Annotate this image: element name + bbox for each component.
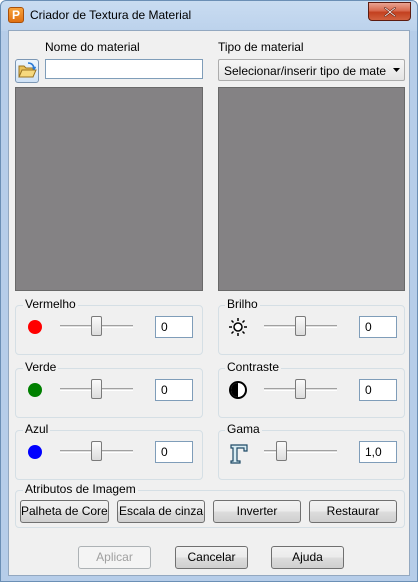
image-attributes-label: Atributos de Imagem bbox=[23, 482, 138, 496]
sun-icon bbox=[228, 317, 248, 337]
material-name-input[interactable] bbox=[45, 59, 203, 79]
red-value-input[interactable]: 0 bbox=[155, 316, 193, 338]
grayscale-button[interactable]: Escala de cinza bbox=[117, 500, 205, 523]
material-name-label: Nome do material bbox=[45, 40, 140, 54]
modified-texture-preview bbox=[218, 87, 405, 291]
brightness-slider-thumb[interactable] bbox=[295, 316, 306, 336]
close-button[interactable] bbox=[368, 2, 411, 21]
green-label: Verde bbox=[23, 360, 59, 374]
contrast-value-input[interactable]: 0 bbox=[359, 379, 397, 401]
material-type-value: Selecionar/inserir tipo de mate bbox=[224, 64, 387, 78]
red-slider-thumb[interactable] bbox=[91, 316, 102, 336]
blue-value-input[interactable]: 0 bbox=[155, 441, 193, 463]
gamma-slider-track[interactable] bbox=[264, 450, 337, 453]
window-title: Criador de Textura de Material bbox=[30, 8, 192, 22]
invert-button[interactable]: Inverter bbox=[213, 500, 301, 523]
close-icon bbox=[384, 7, 396, 17]
original-texture-preview bbox=[15, 87, 203, 291]
contrast-icon bbox=[228, 380, 248, 400]
help-button[interactable]: Ajuda bbox=[271, 546, 344, 569]
red-label: Vermelho bbox=[23, 297, 78, 311]
brightness-label: Brilho bbox=[225, 297, 260, 311]
blue-slider-thumb[interactable] bbox=[91, 441, 102, 461]
material-type-label: Tipo de material bbox=[218, 40, 304, 54]
open-file-button[interactable] bbox=[15, 59, 39, 83]
green-value-input[interactable]: 0 bbox=[155, 379, 193, 401]
gamma-label: Gama bbox=[225, 422, 262, 436]
color-palette-button[interactable]: Palheta de Cores bbox=[20, 500, 109, 523]
blue-color-swatch bbox=[28, 445, 42, 459]
blue-label: Azul bbox=[23, 422, 51, 436]
reset-button[interactable]: Restaurar bbox=[309, 500, 397, 523]
material-texture-dialog: P Criador de Textura de Material Nome do… bbox=[0, 0, 418, 582]
contrast-slider-thumb[interactable] bbox=[295, 379, 306, 399]
red-color-swatch bbox=[28, 320, 42, 334]
app-icon: P bbox=[8, 7, 24, 23]
brightness-value-input[interactable]: 0 bbox=[359, 316, 397, 338]
gamma-slider-thumb[interactable] bbox=[276, 441, 288, 461]
green-slider-thumb[interactable] bbox=[91, 379, 102, 399]
cancel-button[interactable]: Cancelar bbox=[175, 546, 248, 569]
title-bar[interactable]: P Criador de Textura de Material bbox=[1, 1, 417, 29]
gamma-icon bbox=[228, 442, 248, 464]
contrast-label: Contraste bbox=[225, 360, 282, 374]
dialog-client-area: Nome do material Tipo de material Seleci… bbox=[8, 30, 410, 576]
folder-open-icon bbox=[18, 62, 37, 78]
material-type-select[interactable]: Selecionar/inserir tipo de mate bbox=[218, 59, 405, 81]
apply-button[interactable]: Aplicar bbox=[78, 546, 151, 569]
chevron-down-icon bbox=[393, 68, 400, 72]
gamma-value-input[interactable]: 1,0 bbox=[359, 441, 397, 463]
green-color-swatch bbox=[28, 383, 42, 397]
